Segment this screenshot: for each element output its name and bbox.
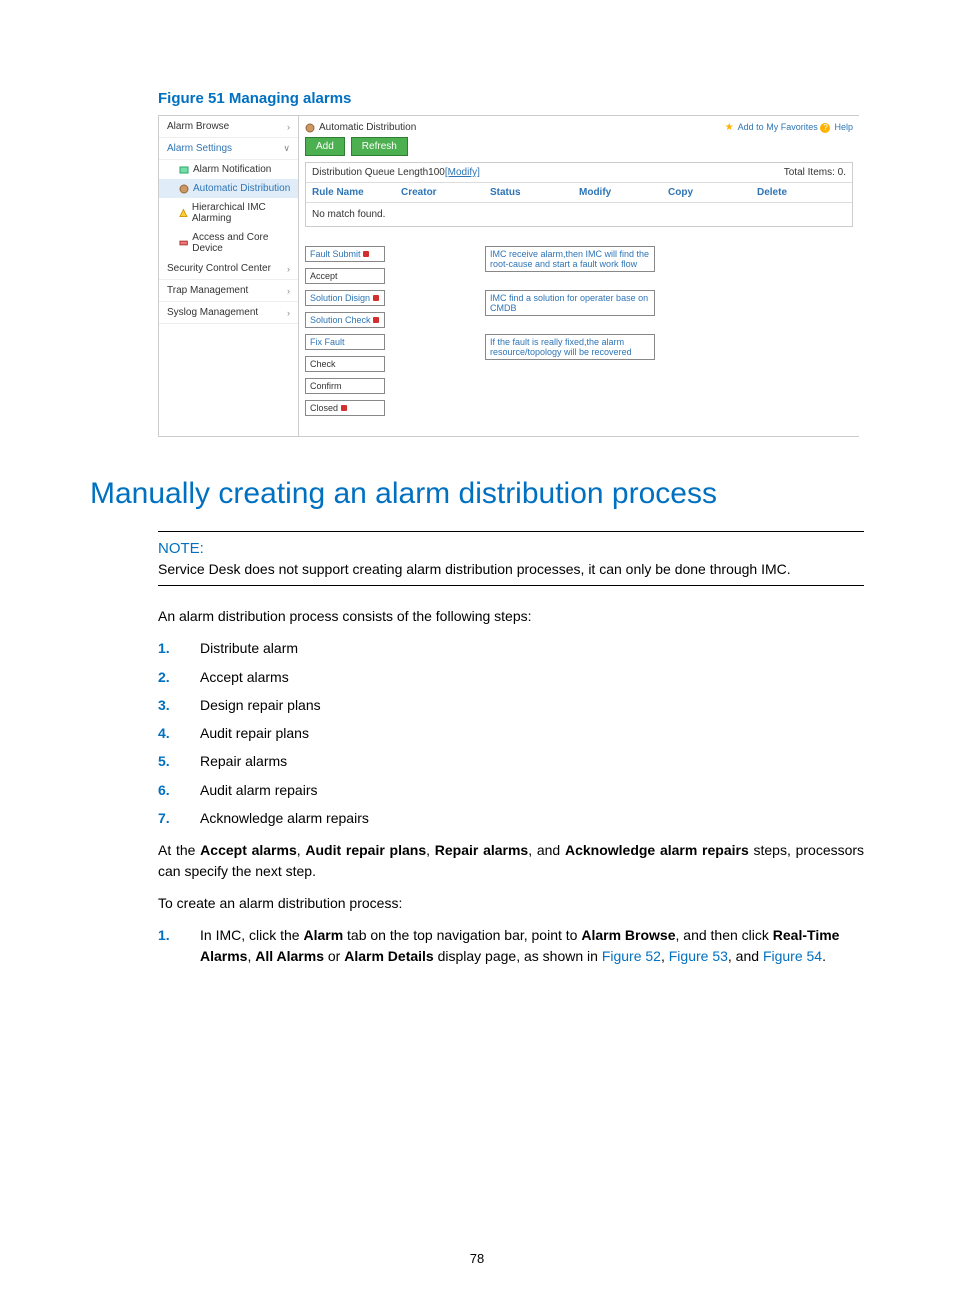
- distribution-icon: [305, 123, 315, 133]
- col-modify: Modify: [579, 187, 668, 198]
- flow-solution-check: Solution Check: [305, 312, 385, 328]
- chevron-right-icon: ›: [287, 122, 290, 132]
- flow-fault-submit: Fault Submit: [305, 246, 385, 262]
- refresh-button[interactable]: Refresh: [351, 137, 408, 156]
- sidebar-label: Alarm Notification: [193, 164, 271, 175]
- list-item: Accept alarms: [158, 667, 864, 687]
- note-box: NOTE: Service Desk does not support crea…: [158, 531, 864, 586]
- col-delete: Delete: [757, 187, 846, 198]
- figure-link[interactable]: Figure 53: [669, 948, 728, 964]
- sidebar-sub-auto-distribution[interactable]: Automatic Distribution: [159, 179, 298, 198]
- figure-caption: Figure 51 Managing alarms: [158, 90, 864, 107]
- flow-accept: Accept: [305, 268, 385, 284]
- sidebar-item-trap[interactable]: Trap Management ›: [159, 280, 298, 302]
- sidebar-label: Alarm Browse: [167, 121, 229, 132]
- create-intro: To create an alarm distribution process:: [158, 893, 864, 913]
- list-item: Acknowledge alarm repairs: [158, 808, 864, 828]
- chevron-right-icon: ›: [287, 264, 290, 274]
- col-creator: Creator: [401, 187, 490, 198]
- flow-annotation-2: IMC find a solution for operater base on…: [485, 290, 655, 316]
- figure-link[interactable]: Figure 52: [602, 948, 661, 964]
- list-item: In IMC, click the Alarm tab on the top n…: [158, 925, 864, 966]
- workflow-diagram: Fault Submit Accept Solution Disign Solu…: [305, 246, 655, 416]
- help-link[interactable]: Help: [834, 122, 853, 132]
- sidebar-label: Alarm Settings: [167, 143, 232, 154]
- star-icon: ★: [725, 122, 734, 133]
- paragraph-specify: At the Accept alarms, Audit repair plans…: [158, 840, 864, 881]
- modify-link[interactable]: [Modify]: [445, 167, 480, 178]
- sidebar-item-alarm-settings[interactable]: Alarm Settings ∨: [159, 138, 298, 160]
- intro-text: An alarm distribution process consists o…: [158, 606, 864, 626]
- sidebar-label: Automatic Distribution: [193, 183, 290, 194]
- procedure-list: In IMC, click the Alarm tab on the top n…: [158, 925, 864, 966]
- distribution-icon: [179, 184, 189, 194]
- flow-confirm: Confirm: [305, 378, 385, 394]
- sidebar-label: Access and Core Device: [192, 232, 294, 254]
- figure-link[interactable]: Figure 54: [763, 948, 822, 964]
- list-item: Audit alarm repairs: [158, 780, 864, 800]
- chevron-right-icon: ›: [287, 286, 290, 296]
- add-button[interactable]: Add: [305, 137, 345, 156]
- sidebar-item-alarm-browse[interactable]: Alarm Browse ›: [159, 116, 298, 138]
- help-icon: ?: [820, 123, 830, 133]
- list-item: Repair alarms: [158, 751, 864, 771]
- screenshot-figure: Alarm Browse › Alarm Settings ∨ Alarm No…: [158, 115, 859, 437]
- col-copy: Copy: [668, 187, 757, 198]
- section-heading: Manually creating an alarm distribution …: [90, 477, 864, 511]
- table-empty: No match found.: [306, 203, 852, 226]
- total-items: Total Items: 0.: [784, 167, 846, 178]
- col-rule-name: Rule Name: [312, 187, 401, 198]
- flow-annotation-3: If the fault is really fixed,the alarm r…: [485, 334, 655, 360]
- sidebar: Alarm Browse › Alarm Settings ∨ Alarm No…: [159, 116, 299, 436]
- queue-label: Distribution Queue Length100: [312, 167, 445, 178]
- flow-check: Check: [305, 356, 385, 372]
- sidebar-sub-alarm-notification[interactable]: Alarm Notification: [159, 160, 298, 179]
- sidebar-item-syslog[interactable]: Syslog Management ›: [159, 302, 298, 324]
- sidebar-label: Security Control Center: [167, 263, 271, 274]
- list-item: Design repair plans: [158, 695, 864, 715]
- sidebar-sub-access-core[interactable]: Access and Core Device: [159, 228, 298, 258]
- chevron-right-icon: ›: [287, 308, 290, 318]
- sidebar-item-security[interactable]: Security Control Center ›: [159, 258, 298, 280]
- sidebar-sub-hierarchical[interactable]: Hierarchical IMC Alarming: [159, 198, 298, 228]
- notification-icon: [179, 165, 189, 175]
- page-title: Automatic Distribution: [319, 122, 416, 133]
- flow-solution-design: Solution Disign: [305, 290, 385, 306]
- device-icon: [179, 238, 188, 248]
- chevron-down-icon: ∨: [283, 143, 290, 154]
- flow-closed: Closed: [305, 400, 385, 416]
- sidebar-label: Syslog Management: [167, 307, 258, 318]
- list-item: Distribute alarm: [158, 638, 864, 658]
- sidebar-label: Trap Management: [167, 285, 248, 296]
- note-text: Service Desk does not support creating a…: [158, 561, 864, 577]
- add-favorites-link[interactable]: Add to My Favorites: [738, 122, 818, 132]
- table-header: Rule Name Creator Status Modify Copy Del…: [306, 183, 852, 203]
- page-number: 78: [0, 1251, 954, 1266]
- steps-list: Distribute alarm Accept alarms Design re…: [158, 638, 864, 828]
- col-status: Status: [490, 187, 579, 198]
- note-label: NOTE:: [158, 540, 864, 557]
- flow-fix-fault: Fix Fault: [305, 334, 385, 350]
- warning-icon: [179, 208, 188, 218]
- distribution-panel: Distribution Queue Length100[Modify] Tot…: [305, 162, 853, 227]
- breadcrumb-bar: Automatic Distribution ★ Add to My Favori…: [305, 122, 853, 133]
- sidebar-label: Hierarchical IMC Alarming: [192, 202, 294, 224]
- list-item: Audit repair plans: [158, 723, 864, 743]
- flow-annotation-1: IMC receive alarm,then IMC will find the…: [485, 246, 655, 272]
